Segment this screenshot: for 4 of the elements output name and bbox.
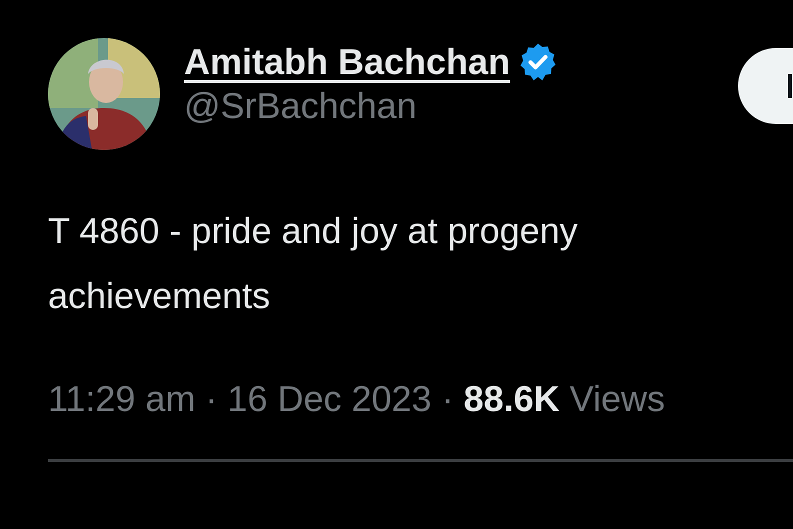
- author-handle[interactable]: @SrBachchan: [184, 86, 558, 126]
- tweet-meta: 11:29 am · 16 Dec 2023 · 88.6K Views: [48, 377, 666, 421]
- tweet-text: T 4860 - pride and joy at progeny achievements: [48, 209, 579, 318]
- author-name[interactable]: Amitabh Bachchan: [184, 42, 510, 82]
